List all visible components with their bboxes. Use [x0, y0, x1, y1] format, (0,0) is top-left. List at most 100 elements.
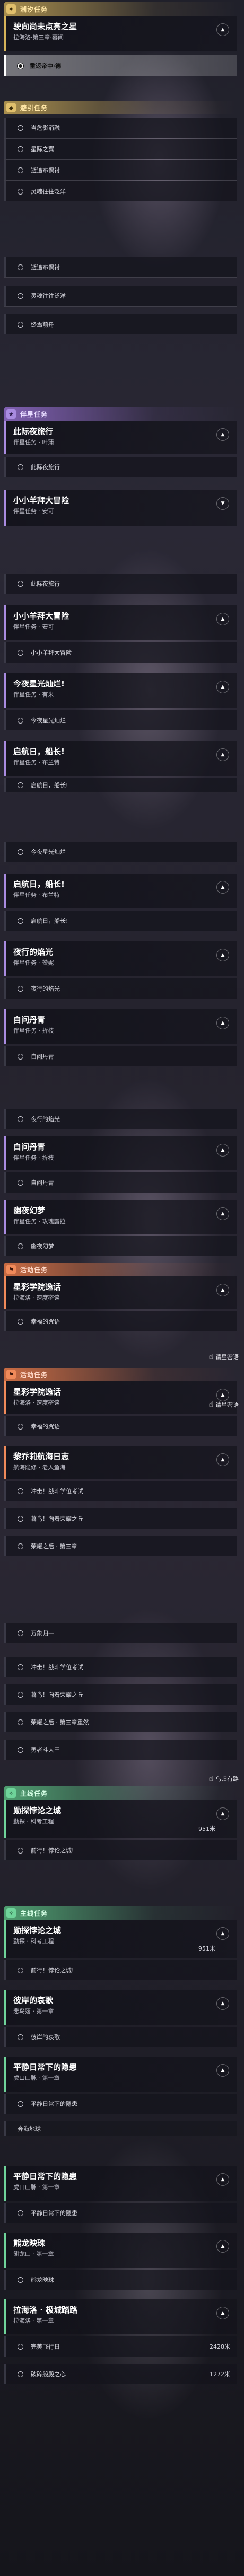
quest-row[interactable]: 星际之翼 — [4, 139, 237, 159]
objective-selected[interactable]: 重返帝中·德 — [4, 55, 237, 76]
quest-row[interactable]: 灵魂往往泛洋 — [4, 181, 237, 201]
quest-row[interactable]: 灵魂往往泛洋 — [4, 286, 237, 306]
section-guide-quests-scrolled: 逝追布偶衬 灵魂往往泛洋 终焉前舟 — [4, 257, 237, 334]
compass-icon: ✧ — [6, 1908, 16, 1918]
quest-row-label: 平静日常下的隐患 — [31, 2210, 77, 2217]
quest-card[interactable]: 平静日常下的隐患 虎口山脉 · 第一章 ▲ — [4, 2166, 237, 2201]
quest-card[interactable]: 小小羊拜大冒险 伴星任务 · 安可 ▲ — [4, 605, 237, 640]
quest-title: 星彩学院逸话 — [13, 1282, 62, 1292]
quest-row[interactable]: 平静日常下的隐患 — [4, 2094, 237, 2114]
quest-row-label: 终焉前舟 — [31, 321, 54, 328]
quest-subtitle: 伴星任务 · 赞妮 — [13, 959, 54, 966]
chevron-up-icon[interactable]: ▲ — [216, 881, 229, 894]
chevron-up-icon[interactable]: ▲ — [216, 1389, 229, 1401]
quest-row[interactable]: 终焉前舟 — [4, 314, 237, 334]
chevron-up-icon[interactable]: ▲ — [216, 1207, 229, 1220]
quest-subtitle: 伴星任务 · 叶蒲 — [13, 439, 54, 446]
quest-row[interactable]: 前行！悖论之城! — [4, 1960, 237, 1980]
quest-card[interactable]: 黎乔莉航海日志 航海隐修 · 老人鱼海 ▲ — [4, 1446, 237, 1479]
quest-row[interactable]: 此际夜旅行 — [4, 457, 237, 477]
quest-row[interactable]: 熊龙映珠 — [4, 2270, 237, 2290]
quest-card[interactable]: 小小羊拜大冒险 伴星任务 · 安可 ▼ — [4, 490, 237, 526]
chevron-up-icon[interactable]: ▲ — [216, 949, 229, 961]
quest-card[interactable]: 自问丹青 伴星任务 · 折枝 ▲ — [4, 1136, 237, 1170]
quest-card[interactable]: 拉海洛 · 极城踏路 拉海洛 · 第一章 ▲ — [4, 2299, 237, 2334]
circle-icon — [18, 782, 23, 788]
chevron-up-icon[interactable]: ▲ — [216, 748, 229, 761]
circle-icon — [18, 1543, 23, 1549]
chevron-up-icon[interactable]: ▲ — [216, 1017, 229, 1029]
quest-row[interactable]: 自问丹青 — [4, 1172, 237, 1193]
quest-row[interactable]: 启航日，船长! — [4, 778, 237, 792]
quest-card[interactable]: 勋探悖论之城 勤探 · 科考工程 951米 ▲ — [4, 1800, 237, 1838]
quest-row[interactable]: 万象归一 — [4, 1623, 237, 1643]
quest-row[interactable]: 启航日，船长! — [4, 911, 237, 931]
quest-row[interactable]: 幸福的咒语 — [4, 1311, 237, 1331]
quest-card[interactable]: 今夜星光灿烂! 伴星任务 · 有米 ▲ — [4, 673, 237, 708]
quest-card[interactable]: 勋探悖论之城 勤探 · 科考工程 951米 ▲ — [4, 1920, 237, 1958]
quest-row[interactable]: 幽夜幻梦 — [4, 1236, 237, 1256]
chevron-up-icon[interactable]: ▲ — [216, 1997, 229, 2010]
chevron-up-icon[interactable]: ▲ — [216, 1144, 229, 1157]
chevron-up-icon[interactable]: ▲ — [216, 2173, 229, 2186]
quest-card[interactable]: 平静日常下的隐患 虎口山脉 · 第一章 ▲ — [4, 2057, 237, 2092]
quest-row[interactable]: 夜行的焰光 — [4, 1109, 237, 1129]
chevron-up-icon[interactable]: ▲ — [216, 1927, 229, 1940]
circle-icon — [18, 146, 23, 152]
quest-card[interactable]: 驶向尚未点亮之星 拉海洛·第三章·暮间 ▲ — [4, 16, 237, 51]
quest-row[interactable]: 暮鸟！向着荣耀之丘 — [4, 1684, 237, 1705]
quest-row[interactable]: 逝追布偶衬 — [4, 160, 237, 180]
quest-row[interactable]: 前行！悖论之城! — [4, 1840, 237, 1860]
cursor-icon: ☝ — [208, 1775, 213, 1783]
chevron-up-icon[interactable]: ▲ — [216, 1807, 229, 1820]
quest-row[interactable]: 荣耀之后 · 第三章重然 — [4, 1712, 237, 1732]
quest-card[interactable]: 自问丹青 伴星任务 · 折枝 ▲ — [4, 1009, 237, 1044]
quest-row[interactable]: 今夜星光灿烂 — [4, 842, 237, 862]
quest-row-label: 启航日，船长! — [31, 918, 68, 924]
quest-row[interactable]: 当危影消融 — [4, 118, 237, 138]
category-title: 避引任务 — [20, 104, 48, 112]
quest-row[interactable]: 荣耀之后 · 第三章 — [4, 1536, 237, 1556]
quest-title: 启航日，船长! — [13, 879, 65, 889]
quest-card[interactable]: 启航日，船长! 伴星任务 · 布兰特 ▲ — [4, 874, 237, 908]
quest-row[interactable]: 幸福的咒语 — [4, 1416, 237, 1436]
quest-row[interactable]: 此际夜旅行 — [4, 574, 237, 594]
chevron-up-icon[interactable]: ▲ — [216, 428, 229, 441]
chevron-down-icon[interactable]: ▼ — [216, 497, 229, 510]
quest-row-label: 冲击！战斗学位考试 — [31, 1664, 83, 1671]
quest-card[interactable]: 彼岸的哀歌 悲鸟落 · 第一章 ▲ — [4, 1990, 237, 2025]
quest-row[interactable]: 平静日常下的隐患 — [4, 2203, 237, 2223]
quest-row[interactable]: 彼岸的哀歌 — [4, 2027, 237, 2047]
quest-row[interactable]: 逝追布偶衬 — [4, 257, 237, 277]
quest-card[interactable]: 熊龙映珠 熊龙山 · 第一章 ▲ — [4, 2233, 237, 2268]
quest-card[interactable]: 星彩学院逸话 拉海洛 · 速度密谈 ▲ — [4, 1381, 237, 1414]
quest-row-label: 此际夜旅行 — [31, 464, 60, 471]
quest-row[interactable]: 今夜星光灿烂 — [4, 710, 237, 730]
quest-row[interactable]: 冲击！战斗学位考试 — [4, 1481, 237, 1501]
chevron-up-icon[interactable]: ▲ — [216, 2064, 229, 2077]
quest-card[interactable]: 夜行的焰光 伴星任务 · 赞妮 ▲ — [4, 941, 237, 976]
quest-card[interactable]: 星彩学院逸话 拉海洛 · 速度密谈 ▲ — [4, 1276, 237, 1309]
quest-row[interactable]: 冲击！战斗学位考试 — [4, 1657, 237, 1677]
quest-row-label: 逝追布偶衬 — [31, 264, 60, 271]
quest-row[interactable]: 破碎般殿之心 1272米 — [4, 2364, 237, 2384]
quest-row[interactable]: 小小羊拜大冒险 — [4, 642, 237, 663]
quest-card[interactable]: 幽夜幻梦 伴星任务 · 玫瑰露拉 ▲ — [4, 1200, 237, 1234]
quest-row[interactable]: 完美飞行日 2428米 — [4, 2336, 237, 2357]
chevron-up-icon[interactable]: ▲ — [216, 1284, 229, 1296]
chevron-up-icon[interactable]: ▲ — [216, 613, 229, 625]
quest-row[interactable]: 奔海地球 — [4, 2121, 237, 2136]
chevron-up-icon[interactable]: ▲ — [216, 2240, 229, 2253]
circle-icon — [18, 464, 23, 470]
chevron-up-icon[interactable]: ▲ — [216, 681, 229, 693]
quest-row[interactable]: 自问丹青 — [4, 1046, 237, 1066]
quest-row[interactable]: 暮鸟！向着荣耀之丘 — [4, 1508, 237, 1529]
quest-row[interactable]: 勇者斗大王 — [4, 1740, 237, 1760]
quest-title: 夜行的焰光 — [13, 947, 54, 957]
quest-card[interactable]: 启航日，船长! 伴星任务 · 布兰特 ▲ — [4, 741, 237, 776]
chevron-up-icon[interactable]: ▲ — [216, 2307, 229, 2319]
quest-row[interactable]: 夜行的焰光 — [4, 978, 237, 999]
quest-card[interactable]: 此际夜旅行 伴星任务 · 叶蒲 ▲ — [4, 421, 237, 454]
chevron-up-icon[interactable]: ▲ — [216, 1453, 229, 1466]
chevron-up-icon[interactable]: ▲ — [216, 23, 229, 36]
